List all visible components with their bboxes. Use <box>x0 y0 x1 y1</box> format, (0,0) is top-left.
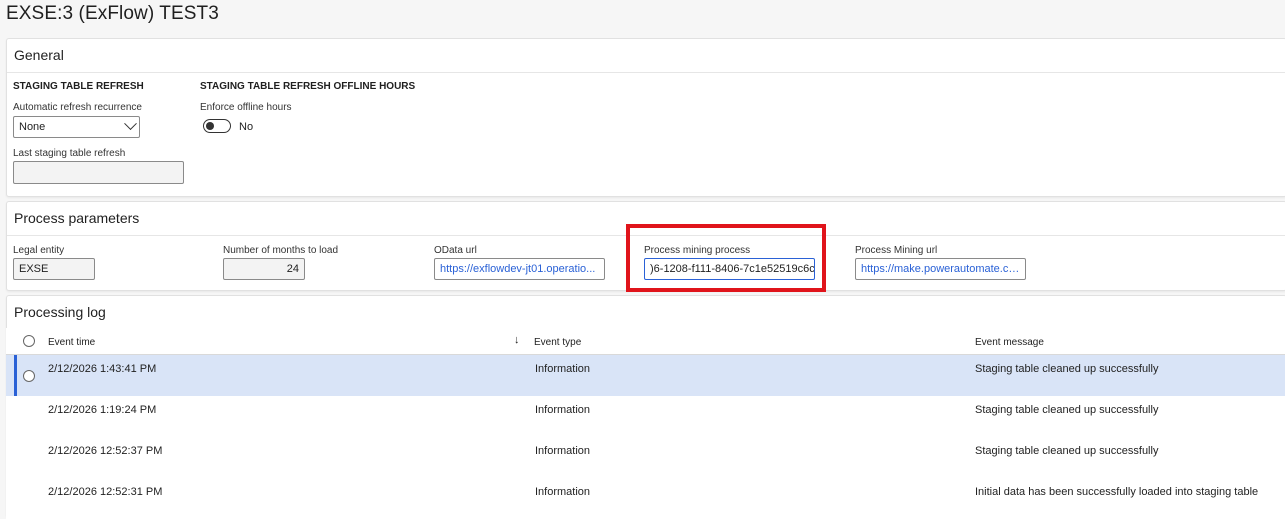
months-to-load-field[interactable]: 24 <box>223 258 305 280</box>
page-title: EXSE:3 (ExFlow) TEST3 <box>6 3 219 24</box>
event-type-cell: Information <box>535 486 591 498</box>
legal-entity-label: Legal entity <box>13 245 65 256</box>
process-mining-url-field[interactable]: https://make.powerautomate.co... <box>855 258 1026 280</box>
column-header-event-type[interactable]: Event type <box>534 337 581 348</box>
auto-refresh-label: Automatic refresh recurrence <box>13 102 142 113</box>
event-time-cell: 2/12/2026 1:19:24 PM <box>48 404 157 416</box>
event-type-cell: Information <box>535 404 591 416</box>
last-refresh-label: Last staging table refresh <box>13 148 126 159</box>
column-header-event-message[interactable]: Event message <box>975 337 1044 348</box>
enforce-offline-value: No <box>239 121 254 133</box>
months-to-load-label: Number of months to load <box>223 245 339 256</box>
column-header-event-time[interactable]: Event time <box>48 337 95 348</box>
odata-url-label: OData url <box>434 245 477 256</box>
event-time-cell: 2/12/2026 12:52:37 PM <box>48 445 163 457</box>
row-selected-indicator <box>14 355 17 396</box>
staging-refresh-group-title: STAGING TABLE REFRESH <box>13 81 144 92</box>
chevron-down-icon <box>124 117 137 131</box>
general-section-header[interactable]: General <box>7 39 1285 73</box>
auto-refresh-select[interactable]: None <box>13 116 140 138</box>
event-message-cell: Staging table cleaned up successfully <box>975 363 1159 375</box>
toggle-knob <box>206 122 214 130</box>
enforce-offline-label: Enforce offline hours <box>200 102 292 113</box>
offline-hours-group-title: STAGING TABLE REFRESH OFFLINE HOURS <box>200 81 416 92</box>
event-time-cell: 2/12/2026 12:52:31 PM <box>48 486 163 498</box>
table-row[interactable]: 2/12/2026 12:52:37 PM Information Stagin… <box>6 437 1285 478</box>
last-refresh-field[interactable] <box>13 161 184 184</box>
processing-log-header[interactable]: Processing log <box>7 296 1285 330</box>
event-type-cell: Information <box>535 445 591 457</box>
enforce-offline-toggle[interactable] <box>203 119 231 133</box>
sort-descending-icon[interactable]: ↓ <box>514 334 520 346</box>
highlight-box <box>626 224 826 292</box>
table-row[interactable]: 2/12/2026 12:52:31 PM Information Initia… <box>6 478 1285 519</box>
auto-refresh-value: None <box>19 121 46 133</box>
table-row[interactable]: 2/12/2026 1:19:24 PM Information Staging… <box>6 396 1285 437</box>
event-time-cell: 2/12/2026 1:43:41 PM <box>48 363 157 375</box>
row-select-radio[interactable] <box>23 370 35 382</box>
general-section: General <box>6 38 1285 197</box>
event-message-cell: Initial data has been successfully loade… <box>975 486 1259 498</box>
event-type-cell: Information <box>535 363 591 375</box>
table-row[interactable]: 2/12/2026 1:43:41 PM Information Staging… <box>6 355 1285 396</box>
select-all-radio[interactable] <box>23 335 35 347</box>
event-message-cell: Staging table cleaned up successfully <box>975 445 1159 457</box>
grid-header: Event time ↓ Event type Event message <box>6 328 1285 355</box>
legal-entity-field[interactable]: EXSE <box>13 258 95 280</box>
process-mining-url-label: Process Mining url <box>855 245 938 256</box>
odata-url-field[interactable]: https://exflowdev-jt01.operatio... <box>434 258 605 280</box>
event-message-cell: Staging table cleaned up successfully <box>975 404 1159 416</box>
